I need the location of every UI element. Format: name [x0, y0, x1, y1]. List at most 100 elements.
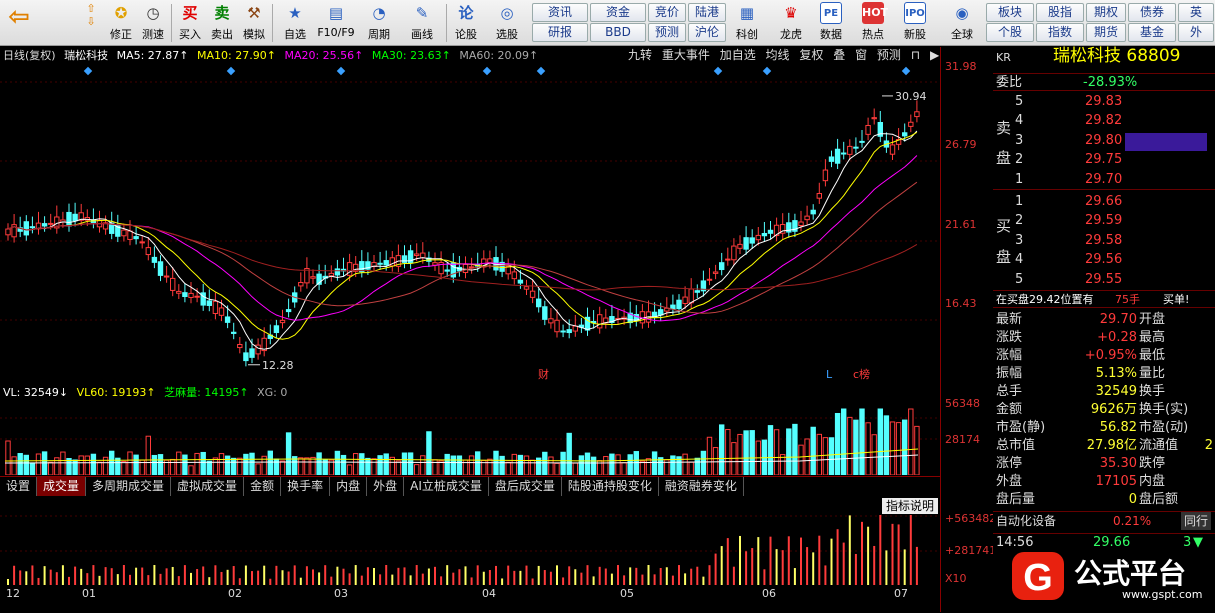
buy-button[interactable]: 买 买入	[176, 2, 204, 44]
candlestick-chart[interactable]: 30.94 12.28 财 Lc榜	[0, 64, 940, 384]
order-level[interactable]: 2 29.59	[993, 212, 1215, 230]
sell-button[interactable]: 卖 卖出	[208, 2, 236, 44]
order-level[interactable]: 5 29.83	[993, 93, 1215, 111]
volume-bar	[438, 460, 444, 476]
quick-index-futures[interactable]: 股指	[1036, 3, 1084, 22]
screener-button[interactable]: ◎ 选股	[488, 2, 526, 44]
volume-bar	[572, 462, 578, 476]
quick-shlon[interactable]: 沪伦	[688, 23, 726, 42]
tab-hk-connect[interactable]: 陆股通持股变化	[562, 477, 659, 496]
volume-bar	[767, 425, 774, 476]
tab-turnover[interactable]: 换手率	[281, 477, 331, 496]
order-level-num: 1	[1015, 171, 1024, 187]
quick-funds[interactable]: 资金	[590, 3, 646, 22]
tab-after-hours[interactable]: 盘后成交量	[489, 477, 562, 496]
peer-button[interactable]: 同行	[1181, 512, 1212, 530]
f10-button[interactable]: ▤ F10/F9	[315, 2, 357, 44]
quick-news[interactable]: 资讯	[532, 3, 588, 22]
quote-value: +0.28	[1097, 330, 1137, 345]
quick-hk[interactable]: 陆港	[688, 3, 726, 22]
order-level[interactable]: 1 29.66	[993, 193, 1215, 211]
volume-bar	[475, 451, 481, 476]
quick-bonds[interactable]: 债券	[1128, 3, 1176, 22]
tab-volume[interactable]: 成交量	[37, 477, 87, 496]
tool-add-watch[interactable]: 加自选	[720, 48, 756, 62]
tool-nine-turn[interactable]: 九转	[628, 48, 652, 62]
quick-bbd[interactable]: BBD	[590, 23, 646, 42]
tab-amount[interactable]: 金额	[244, 477, 282, 496]
tab-inner[interactable]: 内盘	[330, 477, 368, 496]
lock-icon[interactable]: ⊓	[911, 48, 920, 62]
candle-body	[212, 300, 219, 314]
quick-forecast[interactable]: 预测	[648, 23, 686, 42]
period-button[interactable]: ◔ 周期	[360, 2, 398, 44]
quick-stocks[interactable]: 个股	[986, 23, 1034, 42]
order-level[interactable]: 1 29.70	[993, 171, 1215, 189]
order-level[interactable]: 4 29.56	[993, 251, 1215, 269]
notice-tag: 买单!	[1163, 293, 1190, 306]
quote-label-2: 流通值	[1139, 438, 1179, 453]
volume-bar	[401, 452, 408, 476]
watchlist-button[interactable]: ★ 自选	[277, 2, 313, 44]
speed-test-button[interactable]: ◷ 测速	[139, 2, 167, 44]
tool-major-events[interactable]: 重大事件	[662, 48, 710, 62]
tool-overlay[interactable]: 叠	[833, 48, 845, 62]
indicator-help-button[interactable]: 指标说明	[881, 498, 938, 514]
draw-button[interactable]: ✎ 画线	[402, 2, 442, 44]
star-board-button[interactable]: ▦ 科创	[732, 2, 762, 44]
indicator-chart[interactable]: 指标说明	[0, 496, 940, 585]
simulate-button[interactable]: ⚒ 模拟	[240, 2, 268, 44]
up-down-button[interactable]: ⇧ ⇩	[80, 2, 102, 44]
quote-label-2: 盘后额	[1139, 492, 1179, 507]
order-level[interactable]: 5 29.55	[993, 271, 1215, 289]
fix-button[interactable]: ✪ 修正	[107, 2, 135, 44]
ipo-button[interactable]: IPO 新股	[900, 2, 930, 44]
quick-auction[interactable]: 竞价	[648, 3, 686, 22]
back-button[interactable]: ⇦	[4, 2, 34, 44]
quick-futures[interactable]: 期货	[1086, 23, 1126, 42]
volume-bar	[505, 461, 511, 476]
tab-outer[interactable]: 外盘	[367, 477, 405, 496]
price-tick: 16.43	[945, 297, 977, 310]
candle-body	[5, 228, 11, 236]
quick-sector[interactable]: 板块	[986, 3, 1034, 22]
volume-chart[interactable]	[0, 401, 940, 476]
sector-row[interactable]: 自动化设备 0.21% 同行	[993, 511, 1215, 530]
tool-window[interactable]: 窗	[855, 48, 867, 62]
volume-bar	[145, 435, 152, 476]
tab-settings[interactable]: 设置	[0, 477, 38, 496]
tab-ai-volume[interactable]: AI立桩成交量	[404, 477, 489, 496]
data-button[interactable]: PE 数据	[816, 2, 846, 44]
order-level-price: 29.56	[1085, 252, 1123, 268]
dragon-tiger-button[interactable]: ♛ 龙虎	[776, 2, 806, 44]
date-tick: 02	[228, 587, 242, 600]
volume-bar	[41, 451, 48, 476]
quick-forex[interactable]: 外	[1178, 23, 1214, 42]
hot-button[interactable]: HOT 热点	[858, 2, 888, 44]
quick-en[interactable]: 英	[1178, 3, 1214, 22]
tool-ma[interactable]: 均线	[766, 48, 790, 62]
order-level[interactable]: 4 29.82	[993, 112, 1215, 130]
candle-body	[804, 215, 810, 221]
quote-label: 涨停	[996, 456, 1023, 471]
discuss-button[interactable]: 论 论股	[450, 2, 482, 44]
tab-multi-period-volume[interactable]: 多周期成交量	[86, 477, 172, 496]
candle-body	[908, 121, 914, 127]
tool-adjust[interactable]: 复权	[799, 48, 823, 62]
order-level[interactable]: 3 29.58	[993, 232, 1215, 250]
global-button[interactable]: ◉ 全球	[944, 2, 980, 44]
candle-body	[145, 247, 152, 256]
volume-bar	[237, 457, 243, 476]
candle-body	[719, 262, 725, 271]
tool-forecast[interactable]: 预测	[877, 48, 901, 62]
quick-indices[interactable]: 指数	[1036, 23, 1084, 42]
volume-bar	[670, 455, 676, 476]
volume-bar	[316, 452, 322, 476]
quick-research[interactable]: 研报	[532, 23, 588, 42]
order-level[interactable]: 2 29.75	[993, 151, 1215, 169]
tab-virtual-volume[interactable]: 虚拟成交量	[171, 477, 245, 496]
quick-options[interactable]: 期权	[1086, 3, 1126, 22]
tab-margin[interactable]: 融资融券变化	[659, 477, 744, 496]
volume-bar	[188, 465, 194, 476]
quick-funds2[interactable]: 基金	[1128, 23, 1176, 42]
